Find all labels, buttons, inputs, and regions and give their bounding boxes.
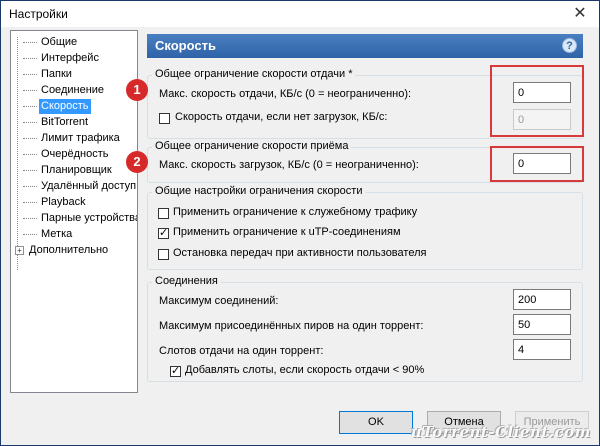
max-connections-input[interactable]	[513, 289, 571, 310]
annotation-badge-2: 2	[126, 151, 148, 173]
tree-item-label: Парные устройства	[41, 212, 138, 224]
title-bar: Настройки ✕	[1, 1, 599, 27]
utp-limit-label: Применить ограничение к uTP-соединениям	[173, 226, 401, 238]
tree-item-label: BitTorrent	[41, 116, 89, 128]
tree-item-label: Планировщик	[41, 164, 112, 176]
settings-window: Настройки ✕ Общие Интерфейс Папки Соедин…	[0, 0, 600, 446]
add-slots-label: Добавлять слоты, если скорость отдачи < …	[185, 364, 425, 376]
window-title: Настройки	[9, 7, 68, 21]
help-icon[interactable]: ?	[562, 38, 577, 53]
group-title: Соединения	[152, 275, 221, 287]
no-download-upload-label: Скорость отдачи, если нет загрузок, КБ/с…	[175, 111, 388, 123]
page-title: Скорость	[155, 38, 216, 53]
add-slots-checkbox[interactable]	[170, 364, 181, 377]
settings-tree: Общие Интерфейс Папки Соединение Скорост…	[10, 30, 138, 393]
tree-item-label: Метка	[41, 228, 73, 240]
tree-item-label: Папки	[41, 68, 72, 80]
tree-item-label: Соединение	[41, 84, 105, 96]
tree-item-label: Playback	[41, 196, 86, 208]
tree-connector	[17, 37, 18, 270]
upload-highlight-box	[490, 65, 584, 137]
max-upload-label: Макс. скорость отдачи, КБ/с (0 = неогран…	[159, 88, 412, 100]
tree-item-label: Дополнительно	[29, 244, 109, 256]
stop-on-activity-checkbox[interactable]	[158, 249, 169, 260]
close-icon[interactable]: ✕	[569, 3, 591, 25]
no-download-upload-checkbox[interactable]	[159, 113, 170, 124]
ok-button[interactable]: OK	[339, 411, 413, 434]
max-connections-label: Максимум соединений:	[159, 295, 279, 307]
overhead-limit-label: Применить ограничение к служебному трафи…	[173, 206, 418, 218]
download-highlight-box	[490, 146, 584, 182]
stop-on-activity-label: Остановка передач при активности пользов…	[173, 247, 427, 259]
page-header: Скорость ?	[147, 34, 583, 58]
overhead-limit-checkbox[interactable]	[158, 208, 169, 219]
group-title: Общее ограничение скорости отдачи *	[152, 68, 356, 80]
group-title: Общие настройки ограничения скорости	[152, 185, 366, 197]
max-peers-label: Максимум присоединённых пиров на один то…	[159, 320, 424, 332]
group-title: Общее ограничение скорости приёма	[152, 140, 352, 152]
max-download-label: Макс. скорость загрузок, КБ/с (0 = неогр…	[159, 159, 419, 171]
tree-item-label: Лимит трафика	[41, 132, 120, 144]
tree-item-label: Интерфейс	[41, 52, 99, 64]
max-peers-input[interactable]	[513, 314, 571, 335]
utp-limit-checkbox[interactable]	[158, 226, 169, 239]
upload-slots-label: Слотов отдачи на один торрент:	[159, 345, 324, 357]
upload-slots-input[interactable]	[513, 339, 571, 360]
expand-icon[interactable]: +	[15, 246, 24, 255]
tree-item-label: Скорость	[39, 99, 91, 114]
watermark: uTorrent-Client.com	[410, 423, 591, 441]
annotation-badge-1: 1	[126, 79, 148, 101]
tree-item-label: Общие	[41, 36, 78, 48]
tree-item-label: Очерёдность	[41, 148, 109, 160]
tree-item-label: Удалённый доступ	[41, 180, 137, 192]
